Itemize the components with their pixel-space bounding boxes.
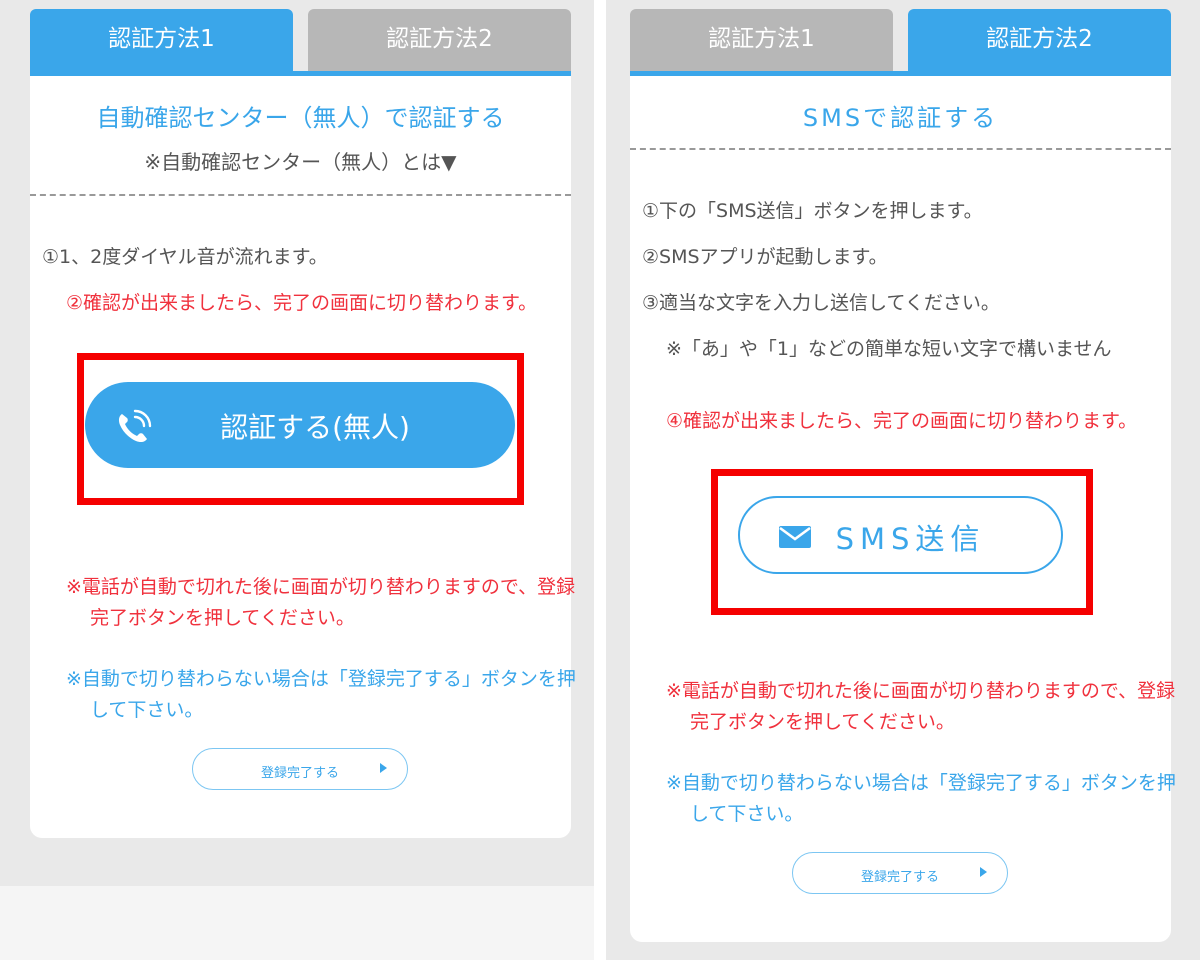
register-complete-button[interactable]: 登録完了する [792, 852, 1008, 894]
step-2: ②SMSアプリが起動します。 [642, 246, 888, 268]
play-arrow-icon [380, 763, 387, 773]
register-complete-label: 登録完了する [860, 870, 939, 885]
auth-card: 自動確認センター（無人）で認証する ※自動確認センター（無人）とは▼ ①1、2度… [30, 76, 576, 838]
register-complete-button[interactable]: 登録完了する [192, 748, 408, 790]
step-3: ③適当な文字を入力し送信してください。 [642, 292, 1000, 314]
step-2: ②確認が出来ましたら、完了の画面に切り替わります。 [66, 292, 538, 314]
auth-panel-method1: 認証方法1 認証方法2 自動確認センター（無人）で認証する ※自動確認センター（… [30, 9, 576, 839]
note-blue: ※自動で切り替わらない場合は「登録完了する」ボタンを押して下さい。 [666, 772, 1176, 825]
step-note: ※「あ」や「1」などの簡単な短い文字で構いません [666, 338, 1112, 360]
auth-method-tabs: 認証方法1 認証方法2 [630, 9, 1171, 71]
note-red: ※電話が自動で切れた後に画面が切り替わりますので、登録完了ボタンを押してください… [66, 576, 576, 629]
auth-call-button[interactable]: 認証する(無人) [85, 382, 515, 468]
note-blue: ※自動で切り替わらない場合は「登録完了する」ボタンを押して下さい。 [66, 668, 576, 721]
dashed-divider [630, 148, 1171, 150]
step-1: ①1、2度ダイヤル音が流れます。 [42, 246, 328, 268]
note-red: ※電話が自動で切れた後に画面が切り替わりますので、登録完了ボタンを押してください… [666, 680, 1176, 733]
sms-send-button[interactable]: SMS送信 [738, 496, 1063, 574]
step-1: ①下の「SMS送信」ボタンを押します。 [642, 200, 983, 222]
auth-panel-method2: 認証方法1 認証方法2 SMSで認証する ①下の「SMS送信」ボタンを押します。… [630, 9, 1176, 943]
auth-method-tabs: 認証方法1 認証方法2 [30, 9, 571, 71]
about-auto-center-link[interactable]: ※自動確認センター（無人）とは▼ [30, 146, 571, 175]
play-arrow-icon [980, 867, 987, 877]
panel-divider [594, 0, 606, 960]
auth-card: SMSで認証する ①下の「SMS送信」ボタンを押します。 ②SMSアプリが起動し… [630, 76, 1176, 942]
auth-call-button-label: 認証する(無人) [220, 411, 410, 444]
tab-auth-method-2[interactable]: 認証方法2 [908, 9, 1171, 71]
tab-auth-method-1[interactable]: 認証方法1 [630, 9, 893, 71]
panel-title: 自動確認センター（無人）で認証する [96, 104, 505, 132]
register-complete-label: 登録完了する [260, 766, 339, 781]
tab-auth-method-1[interactable]: 認証方法1 [30, 9, 293, 71]
page-footer-area [0, 886, 594, 960]
panel-title: SMSで認証する [802, 104, 999, 132]
dashed-divider [30, 194, 571, 196]
tab-auth-method-2[interactable]: 認証方法2 [308, 9, 571, 71]
step-4: ④確認が出来ましたら、完了の画面に切り替わります。 [666, 410, 1138, 432]
sms-send-label: SMS送信 [835, 522, 986, 556]
